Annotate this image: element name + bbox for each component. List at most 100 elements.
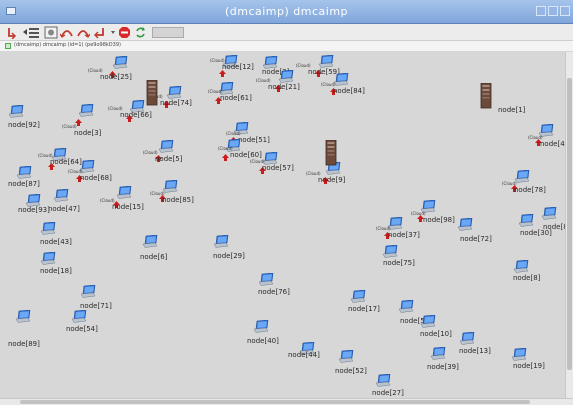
laptop-node-icon[interactable] <box>71 310 87 323</box>
node-label: node[12] <box>222 63 254 71</box>
node-label: node[75] <box>383 259 415 267</box>
node-label: node[78] <box>514 186 546 194</box>
laptop-node-icon[interactable] <box>258 273 274 286</box>
node-label: node[76] <box>258 288 290 296</box>
laptop-node-icon[interactable] <box>420 315 436 328</box>
laptop-node-icon[interactable] <box>350 290 366 303</box>
laptop-node-icon[interactable] <box>40 222 56 235</box>
node-label: node[80] <box>543 223 565 231</box>
node-label: node[54] <box>66 325 98 333</box>
minimize-button[interactable] <box>536 6 546 16</box>
node-label: node[19] <box>513 362 545 370</box>
node-label: node[89] <box>8 340 40 348</box>
laptop-node-icon[interactable] <box>430 347 446 360</box>
window-titlebar[interactable]: (dmcaimp) dmcaimp <box>0 0 573 24</box>
cloud-flag-icon <box>75 111 82 126</box>
node-label: node[66] <box>120 111 152 119</box>
server-icon[interactable] <box>480 82 492 109</box>
laptop-node-icon[interactable] <box>459 332 475 345</box>
horizontal-scroll-thumb[interactable] <box>20 400 530 404</box>
node-label: node[37] <box>388 231 420 239</box>
laptop-node-icon[interactable] <box>80 285 96 298</box>
node-label: node[47] <box>48 205 80 213</box>
laptop-node-icon[interactable] <box>15 310 31 323</box>
laptop-node-icon[interactable] <box>40 252 56 265</box>
horizontal-scrollbar[interactable] <box>0 398 573 405</box>
laptop-node-icon[interactable] <box>53 189 69 202</box>
node-label: node[93] <box>18 206 50 214</box>
node-label: node[64] <box>50 158 82 166</box>
laptop-node-icon[interactable] <box>253 320 269 333</box>
node-label: node[57] <box>262 164 294 172</box>
node-label: node[25] <box>100 73 132 81</box>
laptop-node-icon[interactable] <box>541 207 557 220</box>
node-label: node[87] <box>8 180 40 188</box>
vertical-scroll-thumb[interactable] <box>567 78 572 370</box>
info-bar: (dmcaimp) dmcaimp (id=1) (pe9o98kD39) <box>0 41 573 52</box>
status-indicator-icon <box>5 43 11 49</box>
node-label: node[84] <box>333 87 365 95</box>
settings-icon[interactable] <box>44 26 58 39</box>
node-label: node[98] <box>423 216 455 224</box>
toolbar <box>0 24 573 41</box>
vertical-scrollbar[interactable] <box>565 52 573 398</box>
node-label: node[71] <box>80 302 112 310</box>
node-label: node[13] <box>459 347 491 355</box>
node-label: node[68] <box>80 174 112 182</box>
maximize-button[interactable] <box>548 6 558 16</box>
info-text: (dmcaimp) dmcaimp (id=1) (pe9o98kD39) <box>14 42 121 48</box>
list-icon[interactable] <box>22 26 42 39</box>
server-icon[interactable] <box>146 79 158 106</box>
laptop-node-icon[interactable] <box>142 235 158 248</box>
node-label: node[17] <box>348 305 380 313</box>
node-label: node[18] <box>40 267 72 275</box>
laptop-node-icon[interactable] <box>511 348 527 361</box>
laptop-node-icon[interactable] <box>338 350 354 363</box>
laptop-node-icon[interactable] <box>513 260 529 273</box>
node-label: node[30] <box>520 229 552 237</box>
node-label: node[40] <box>247 337 279 345</box>
redo-icon[interactable] <box>76 26 90 39</box>
refresh-icon[interactable] <box>134 26 147 39</box>
server-icon[interactable] <box>325 139 337 166</box>
laptop-node-icon[interactable] <box>398 300 414 313</box>
network-canvas[interactable]: (Cloud) node[25] (Cloud) node[12] node[2] (Cl… <box>0 52 565 398</box>
node-label: node[1] <box>498 106 526 114</box>
node-label: node[29] <box>213 252 245 260</box>
close-button[interactable] <box>560 6 570 16</box>
node-label: node[60] <box>230 151 262 159</box>
return-icon[interactable] <box>92 26 106 39</box>
node-label: node[41] <box>540 140 565 148</box>
laptop-node-icon[interactable] <box>8 105 24 118</box>
node-label: node[15] <box>112 203 144 211</box>
node-label: node[6] <box>140 253 168 261</box>
window-title: (dmcaimp) dmcaimp <box>224 5 349 18</box>
node-label: node[10] <box>420 330 452 338</box>
node-label: node[92] <box>8 121 40 129</box>
laptop-node-icon[interactable] <box>16 166 32 179</box>
node-label: node[43] <box>40 238 72 246</box>
laptop-node-icon[interactable] <box>457 218 473 231</box>
laptop-node-icon[interactable] <box>213 235 229 248</box>
node-label: node[44] <box>288 351 320 359</box>
node-label: node[85] <box>162 196 194 204</box>
node-label: node[61] <box>220 94 252 102</box>
undo-icon[interactable] <box>60 26 74 39</box>
node-label: node[9] <box>318 176 346 184</box>
node-label: node[8] <box>513 274 541 282</box>
laptop-node-icon[interactable] <box>375 374 391 387</box>
laptop-node-icon[interactable] <box>518 214 534 227</box>
node-label: node[74] <box>160 99 192 107</box>
stop-icon[interactable] <box>118 26 131 39</box>
node-label: node[21] <box>268 83 300 91</box>
node-label: node[5] <box>155 155 183 163</box>
laptop-node-icon[interactable] <box>382 245 398 258</box>
dropdown-arrow-icon[interactable] <box>110 26 116 39</box>
toolbar-field[interactable] <box>152 27 184 38</box>
node-label: node[39] <box>427 363 459 371</box>
node-label: node[27] <box>372 389 404 397</box>
node-label: node[72] <box>460 235 492 243</box>
back-icon[interactable] <box>6 26 19 39</box>
cloud-flag-icon <box>109 63 116 78</box>
cloud-flag-icon <box>322 169 329 184</box>
